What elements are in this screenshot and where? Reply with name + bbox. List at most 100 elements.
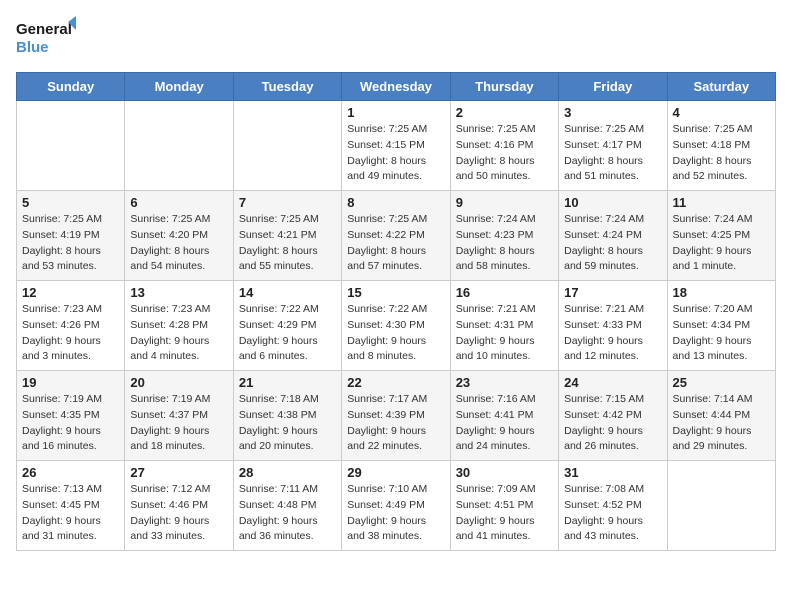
day-number: 18 [673,285,770,300]
day-info: Sunrise: 7:18 AMSunset: 4:38 PMDaylight:… [239,392,336,455]
day-cell: 30 Sunrise: 7:09 AMSunset: 4:51 PMDayligh… [450,461,558,551]
day-cell: 3 Sunrise: 7:25 AMSunset: 4:17 PMDaylight… [559,101,667,191]
day-info: Sunrise: 7:22 AMSunset: 4:29 PMDaylight:… [239,302,336,365]
day-number: 28 [239,465,336,480]
day-info: Sunrise: 7:23 AMSunset: 4:28 PMDaylight:… [130,302,227,365]
day-number: 4 [673,105,770,120]
day-cell: 17 Sunrise: 7:21 AMSunset: 4:33 PMDayligh… [559,281,667,371]
day-number: 6 [130,195,227,210]
day-number: 14 [239,285,336,300]
day-info: Sunrise: 7:22 AMSunset: 4:30 PMDaylight:… [347,302,444,365]
day-cell: 18Sunrise: 7:20 AMSunset: 4:34 PMDayligh… [667,281,775,371]
day-info: Sunrise: 7:12 AMSunset: 4:46 PMDaylight:… [130,482,227,545]
day-info: Sunrise: 7:25 AMSunset: 4:15 PMDaylight:… [347,122,444,185]
day-info: Sunrise: 7:14 AMSunset: 4:44 PMDaylight:… [673,392,770,455]
day-info: Sunrise: 7:25 AMSunset: 4:18 PMDaylight:… [673,122,770,185]
day-info: Sunrise: 7:25 AMSunset: 4:20 PMDaylight:… [130,212,227,275]
weekday-friday: Friday [559,73,667,101]
week-row-3: 12Sunrise: 7:23 AMSunset: 4:26 PMDayligh… [17,281,776,371]
weekday-sunday: Sunday [17,73,125,101]
day-number: 5 [22,195,119,210]
day-cell [667,461,775,551]
svg-text:Blue: Blue [16,39,49,56]
day-info: Sunrise: 7:10 AMSunset: 4:49 PMDaylight:… [347,482,444,545]
day-cell: 1 Sunrise: 7:25 AMSunset: 4:15 PMDaylight… [342,101,450,191]
day-number: 13 [130,285,227,300]
day-cell: 12Sunrise: 7:23 AMSunset: 4:26 PMDayligh… [17,281,125,371]
day-cell: 11Sunrise: 7:24 AMSunset: 4:25 PMDayligh… [667,191,775,281]
day-cell: 27 Sunrise: 7:12 AMSunset: 4:46 PMDayligh… [125,461,233,551]
day-number: 10 [564,195,661,210]
day-cell: 9 Sunrise: 7:24 AMSunset: 4:23 PMDaylight… [450,191,558,281]
week-row-1: 1 Sunrise: 7:25 AMSunset: 4:15 PMDaylight… [17,101,776,191]
weekday-monday: Monday [125,73,233,101]
day-cell: 21 Sunrise: 7:18 AMSunset: 4:38 PMDayligh… [233,371,341,461]
day-cell: 29Sunrise: 7:10 AMSunset: 4:49 PMDayligh… [342,461,450,551]
day-info: Sunrise: 7:24 AMSunset: 4:23 PMDaylight:… [456,212,553,275]
day-number: 15 [347,285,444,300]
day-number: 1 [347,105,444,120]
calendar-table: SundayMondayTuesdayWednesdayThursdayFrid… [16,72,776,551]
day-number: 2 [456,105,553,120]
day-number: 25 [673,375,770,390]
day-cell [125,101,233,191]
logo-svg: General Blue [16,16,76,60]
day-cell: 28 Sunrise: 7:11 AMSunset: 4:48 PMDayligh… [233,461,341,551]
day-info: Sunrise: 7:24 AMSunset: 4:24 PMDaylight:… [564,212,661,275]
day-number: 19 [22,375,119,390]
svg-text:General: General [16,21,72,38]
week-row-5: 26 Sunrise: 7:13 AMSunset: 4:45 PMDayligh… [17,461,776,551]
day-info: Sunrise: 7:21 AMSunset: 4:33 PMDaylight:… [564,302,661,365]
day-cell: 10 Sunrise: 7:24 AMSunset: 4:24 PMDayligh… [559,191,667,281]
day-info: Sunrise: 7:09 AMSunset: 4:51 PMDaylight:… [456,482,553,545]
day-cell: 23 Sunrise: 7:16 AMSunset: 4:41 PMDayligh… [450,371,558,461]
day-cell: 20Sunrise: 7:19 AMSunset: 4:37 PMDayligh… [125,371,233,461]
day-number: 3 [564,105,661,120]
weekday-header-row: SundayMondayTuesdayWednesdayThursdayFrid… [17,73,776,101]
day-number: 30 [456,465,553,480]
day-number: 21 [239,375,336,390]
weekday-thursday: Thursday [450,73,558,101]
day-info: Sunrise: 7:25 AMSunset: 4:21 PMDaylight:… [239,212,336,275]
day-info: Sunrise: 7:17 AMSunset: 4:39 PMDaylight:… [347,392,444,455]
day-cell: 14 Sunrise: 7:22 AMSunset: 4:29 PMDayligh… [233,281,341,371]
day-number: 22 [347,375,444,390]
day-cell: 4 Sunrise: 7:25 AMSunset: 4:18 PMDaylight… [667,101,775,191]
day-info: Sunrise: 7:19 AMSunset: 4:37 PMDaylight:… [130,392,227,455]
day-cell: 22 Sunrise: 7:17 AMSunset: 4:39 PMDayligh… [342,371,450,461]
day-info: Sunrise: 7:19 AMSunset: 4:35 PMDaylight:… [22,392,119,455]
day-cell: 31Sunrise: 7:08 AMSunset: 4:52 PMDayligh… [559,461,667,551]
day-info: Sunrise: 7:16 AMSunset: 4:41 PMDaylight:… [456,392,553,455]
day-cell: 7Sunrise: 7:25 AMSunset: 4:21 PMDaylight… [233,191,341,281]
weekday-saturday: Saturday [667,73,775,101]
day-number: 26 [22,465,119,480]
weekday-tuesday: Tuesday [233,73,341,101]
day-number: 9 [456,195,553,210]
day-info: Sunrise: 7:25 AMSunset: 4:16 PMDaylight:… [456,122,553,185]
day-number: 23 [456,375,553,390]
day-cell: 8Sunrise: 7:25 AMSunset: 4:22 PMDaylight… [342,191,450,281]
day-number: 31 [564,465,661,480]
day-cell: 24Sunrise: 7:15 AMSunset: 4:42 PMDayligh… [559,371,667,461]
day-info: Sunrise: 7:24 AMSunset: 4:25 PMDaylight:… [673,212,770,275]
day-info: Sunrise: 7:21 AMSunset: 4:31 PMDaylight:… [456,302,553,365]
day-cell [17,101,125,191]
day-info: Sunrise: 7:11 AMSunset: 4:48 PMDaylight:… [239,482,336,545]
day-number: 12 [22,285,119,300]
day-info: Sunrise: 7:13 AMSunset: 4:45 PMDaylight:… [22,482,119,545]
day-info: Sunrise: 7:25 AMSunset: 4:19 PMDaylight:… [22,212,119,275]
day-cell: 5 Sunrise: 7:25 AMSunset: 4:19 PMDaylight… [17,191,125,281]
day-cell: 2 Sunrise: 7:25 AMSunset: 4:16 PMDaylight… [450,101,558,191]
day-cell: 26 Sunrise: 7:13 AMSunset: 4:45 PMDayligh… [17,461,125,551]
day-info: Sunrise: 7:25 AMSunset: 4:17 PMDaylight:… [564,122,661,185]
day-number: 17 [564,285,661,300]
calendar-body: 1 Sunrise: 7:25 AMSunset: 4:15 PMDaylight… [17,101,776,551]
page-header: General Blue [16,16,776,60]
day-cell: 16Sunrise: 7:21 AMSunset: 4:31 PMDayligh… [450,281,558,371]
logo: General Blue [16,16,76,60]
week-row-2: 5 Sunrise: 7:25 AMSunset: 4:19 PMDaylight… [17,191,776,281]
day-number: 8 [347,195,444,210]
week-row-4: 19 Sunrise: 7:19 AMSunset: 4:35 PMDayligh… [17,371,776,461]
day-cell: 6 Sunrise: 7:25 AMSunset: 4:20 PMDaylight… [125,191,233,281]
day-number: 27 [130,465,227,480]
